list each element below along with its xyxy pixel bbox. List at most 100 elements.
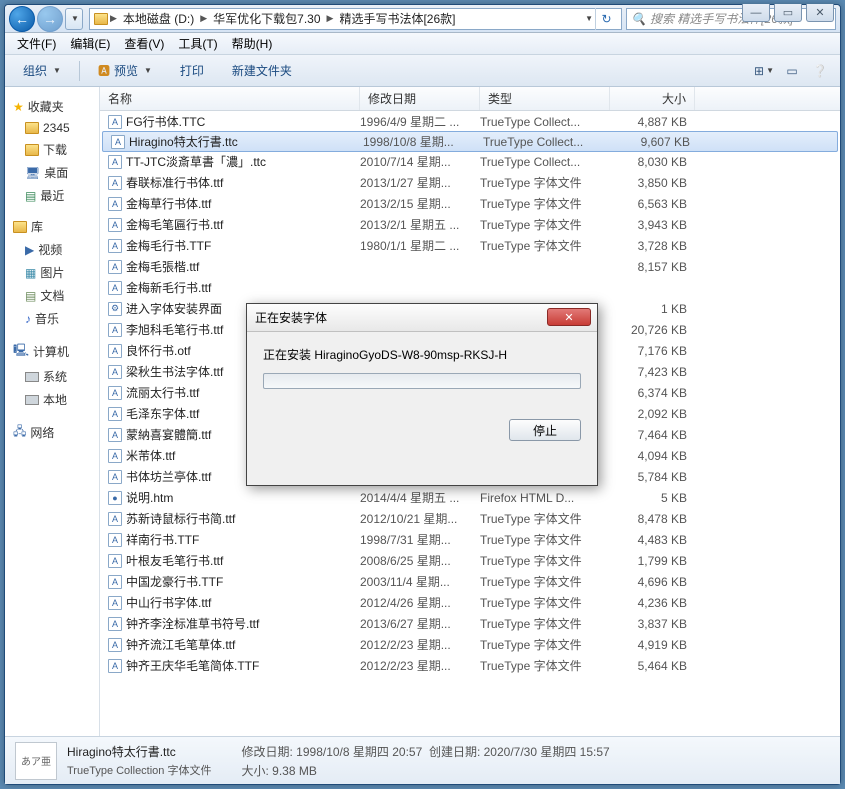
file-date: 2012/2/23 星期...: [360, 636, 480, 653]
file-row[interactable]: AFG行书体.TTC1996/4/9 星期二 ...TrueType Colle…: [100, 111, 840, 132]
file-row[interactable]: A苏新诗鼠标行书简.ttf2012/10/21 星期...TrueType 字体…: [100, 508, 840, 529]
file-name: 金梅草行书体.ttf: [126, 195, 211, 212]
organize-button[interactable]: 组织▼: [13, 58, 71, 83]
folder-icon: [25, 144, 39, 156]
chevron-right-icon: ▶: [327, 13, 334, 24]
menu-file[interactable]: 文件(F): [11, 33, 62, 54]
file-row[interactable]: A钟齐李洤标准草书符号.ttf2013/6/27 星期...TrueType 字…: [100, 613, 840, 634]
menu-tools[interactable]: 工具(T): [172, 33, 223, 54]
menu-help[interactable]: 帮助(H): [226, 33, 279, 54]
sidebar-computer[interactable]: 🖳计算机: [11, 338, 93, 365]
file-row[interactable]: A中山行书字体.ttf2012/4/26 星期...TrueType 字体文件4…: [100, 592, 840, 613]
sidebar-item[interactable]: ▤最近: [11, 184, 93, 207]
dialog-close-button[interactable]: ✕: [547, 308, 591, 326]
maximize-button[interactable]: ▭: [774, 4, 802, 22]
file-name: 米芾体.ttf: [126, 447, 175, 464]
dialog-titlebar[interactable]: 正在安装字体 ✕: [247, 304, 597, 332]
video-icon: ▶: [25, 243, 34, 257]
file-type: TrueType 字体文件: [480, 174, 610, 191]
file-type: TrueType Collect...: [480, 155, 610, 169]
file-size: 3,943 KB: [610, 218, 695, 232]
refresh-button[interactable]: ↻: [595, 8, 617, 30]
minimize-button[interactable]: —: [742, 4, 770, 22]
file-row[interactable]: A祥南行书.TTF1998/7/31 星期...TrueType 字体文件4,4…: [100, 529, 840, 550]
sidebar-item[interactable]: ▦图片: [11, 261, 93, 284]
help-button[interactable]: ❔: [808, 61, 832, 81]
breadcrumb-segment[interactable]: 本地磁盘 (D:): [119, 9, 198, 28]
file-row[interactable]: A金梅毛笔匾行书.ttf2013/2/1 星期五 ...TrueType 字体文…: [100, 214, 840, 235]
star-icon: ★: [13, 100, 24, 114]
file-row[interactable]: A春联标准行书体.ttf2013/1/27 星期...TrueType 字体文件…: [100, 172, 840, 193]
breadcrumb-segment[interactable]: 华军优化下载包7.30: [209, 9, 324, 28]
sidebar-item[interactable]: 本地: [11, 388, 93, 411]
dialog-title: 正在安装字体: [255, 309, 327, 326]
file-name: 良怀行书.otf: [126, 342, 191, 359]
column-header-name[interactable]: 名称: [100, 87, 360, 110]
column-header-size[interactable]: 大小: [610, 87, 695, 110]
file-icon: A: [108, 386, 122, 400]
sidebar-item[interactable]: ▤文档: [11, 284, 93, 307]
file-name: 流丽太行书.ttf: [126, 384, 199, 401]
file-size: 5,464 KB: [610, 659, 695, 673]
sidebar-item[interactable]: 2345: [11, 118, 93, 138]
file-icon: A: [111, 135, 125, 149]
address-dropdown[interactable]: ▼: [585, 14, 593, 23]
status-created: 2020/7/30 星期四 15:57: [484, 745, 610, 759]
sidebar: ★收藏夹 2345 下载 🖥桌面 ▤最近 库 ▶视频 ▦图片 ▤文档 ♪音乐 🖳…: [5, 87, 100, 736]
sidebar-item[interactable]: 系统: [11, 365, 93, 388]
history-dropdown[interactable]: ▼: [65, 8, 83, 30]
menu-edit[interactable]: 编辑(E): [64, 33, 116, 54]
file-row[interactable]: ATT-JTC淡斎草書「濃」.ttc2010/7/14 星期...TrueTyp…: [100, 151, 840, 172]
file-row[interactable]: A叶根友毛笔行书.ttf2008/6/25 星期...TrueType 字体文件…: [100, 550, 840, 571]
sidebar-item[interactable]: ▶视频: [11, 238, 93, 261]
music-icon: ♪: [25, 312, 31, 326]
back-button[interactable]: ←: [9, 6, 35, 32]
view-options-button[interactable]: ⊞▼: [752, 61, 776, 81]
forward-button[interactable]: →: [37, 6, 63, 32]
file-date: 2012/10/21 星期...: [360, 510, 480, 527]
print-button[interactable]: 打印: [170, 58, 214, 83]
breadcrumb-segment[interactable]: 精选手写书法体[26款]: [335, 9, 459, 28]
file-icon: A: [108, 428, 122, 442]
file-row[interactable]: A钟齐王庆华毛笔简体.TTF2012/2/23 星期...TrueType 字体…: [100, 655, 840, 676]
file-date: 2003/11/4 星期...: [360, 573, 480, 590]
preview-button[interactable]: 🅰预览▼: [88, 58, 162, 83]
file-size: 4,094 KB: [610, 449, 695, 463]
file-row[interactable]: A金梅毛張楷.ttf8,157 KB: [100, 256, 840, 277]
file-type: TrueType 字体文件: [480, 573, 610, 590]
sidebar-network[interactable]: 🖧网络: [11, 419, 93, 446]
file-row[interactable]: A中国龙豪行书.TTF2003/11/4 星期...TrueType 字体文件4…: [100, 571, 840, 592]
drive-icon: [25, 372, 39, 382]
sidebar-item[interactable]: 下载: [11, 138, 93, 161]
file-size: 8,030 KB: [610, 155, 695, 169]
file-row[interactable]: A金梅草行书体.ttf2013/2/15 星期...TrueType 字体文件6…: [100, 193, 840, 214]
file-size: 4,887 KB: [610, 115, 695, 129]
file-row[interactable]: A金梅新毛行书.ttf: [100, 277, 840, 298]
status-modified: 1998/10/8 星期四 20:57: [296, 745, 422, 759]
file-icon: A: [108, 155, 122, 169]
file-name: 蒙納喜宴體簡.ttf: [126, 426, 211, 443]
file-name: 金梅毛行书.TTF: [126, 237, 211, 254]
new-folder-button[interactable]: 新建文件夹: [222, 58, 302, 83]
file-row[interactable]: A钟齐流江毛笔草体.ttf2012/2/23 星期...TrueType 字体文…: [100, 634, 840, 655]
file-size: 2,092 KB: [610, 407, 695, 421]
file-row[interactable]: ●说明.htm2014/4/4 星期五 ...Firefox HTML D...…: [100, 487, 840, 508]
file-name: Hiragino特太行書.ttc: [129, 133, 238, 150]
file-icon: A: [108, 197, 122, 211]
file-icon: A: [108, 323, 122, 337]
file-row[interactable]: A金梅毛行书.TTF1980/1/1 星期二 ...TrueType 字体文件3…: [100, 235, 840, 256]
file-type: TrueType 字体文件: [480, 195, 610, 212]
file-date: 1998/10/8 星期...: [363, 133, 483, 150]
sidebar-favorites[interactable]: ★收藏夹: [11, 95, 93, 118]
sidebar-item[interactable]: 🖥桌面: [11, 161, 93, 184]
stop-button[interactable]: 停止: [509, 419, 581, 441]
column-header-type[interactable]: 类型: [480, 87, 610, 110]
sidebar-item[interactable]: ♪音乐: [11, 307, 93, 330]
sidebar-libraries[interactable]: 库: [11, 215, 93, 238]
file-row[interactable]: AHiragino特太行書.ttc1998/10/8 星期...TrueType…: [102, 131, 838, 152]
preview-pane-button[interactable]: ▭: [780, 61, 804, 81]
column-header-date[interactable]: 修改日期: [360, 87, 480, 110]
close-button[interactable]: ✕: [806, 4, 834, 22]
menu-view[interactable]: 查看(V): [118, 33, 170, 54]
address-bar[interactable]: ▶ 本地磁盘 (D:) ▶ 华军优化下载包7.30 ▶ 精选手写书法体[26款]…: [89, 8, 622, 30]
